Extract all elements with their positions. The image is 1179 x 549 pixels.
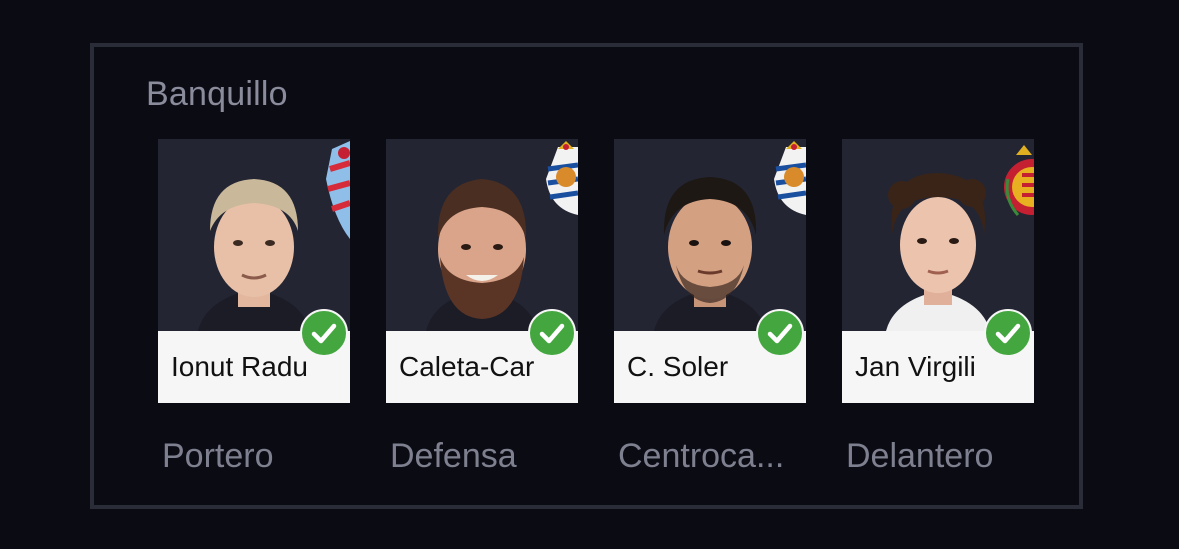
bench-panel: Banquillo Ionut Radu Portero Caleta-Car … — [90, 43, 1083, 509]
position-label: Delantero — [846, 437, 994, 475]
position-label: Centroca... — [618, 437, 785, 475]
real-sociedad-crest-icon — [546, 141, 578, 215]
selected-check-icon — [528, 309, 576, 357]
player-name: Ionut Radu — [171, 351, 308, 382]
celta-crest-icon — [326, 141, 350, 239]
player-photo — [158, 139, 350, 331]
player-card-caleta-car[interactable]: Caleta-Car — [386, 139, 578, 403]
selected-check-icon — [984, 309, 1032, 357]
player-name: C. Soler — [627, 351, 729, 382]
player-card-virgili[interactable]: Jan Virgili — [842, 139, 1034, 403]
player-photo — [386, 139, 578, 331]
bench-title: Banquillo — [146, 75, 288, 113]
selected-check-icon — [300, 309, 348, 357]
player-photo — [842, 139, 1034, 331]
player-photo — [614, 139, 806, 331]
position-label: Portero — [162, 437, 274, 475]
player-name: Jan Virgili — [855, 351, 976, 382]
player-name: Caleta-Car — [399, 351, 535, 382]
player-card-radu[interactable]: Ionut Radu — [158, 139, 350, 403]
real-sociedad-crest-icon — [774, 141, 806, 215]
player-card-soler[interactable]: C. Soler — [614, 139, 806, 403]
mallorca-crest-icon — [1004, 145, 1034, 216]
position-label: Defensa — [390, 437, 517, 475]
selected-check-icon — [756, 309, 804, 357]
